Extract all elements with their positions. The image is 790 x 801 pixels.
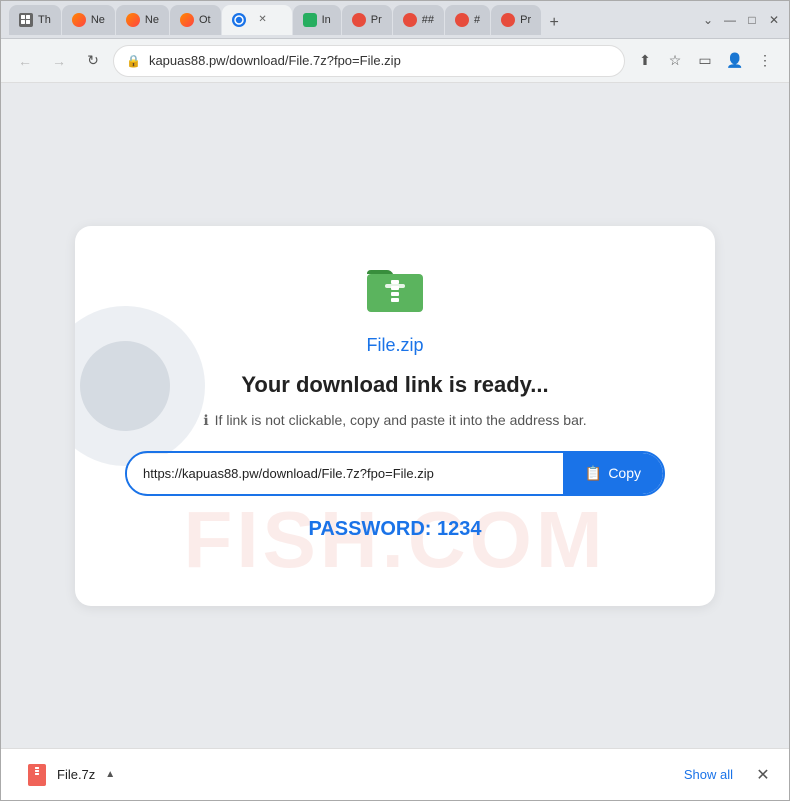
tab-2[interactable]: Ne <box>62 5 115 35</box>
password-display: PASSWORD: 1234 <box>308 518 481 541</box>
info-text-label: If link is not clickable, copy and paste… <box>215 412 587 428</box>
profile-button[interactable]: 👤 <box>721 47 749 75</box>
minimize-button[interactable]: — <box>723 13 737 27</box>
tab-1[interactable]: Th <box>9 5 61 35</box>
copy-button[interactable]: 📋 Copy <box>563 453 663 494</box>
download-file-icon <box>25 763 49 787</box>
tab-10[interactable]: Pr <box>491 5 541 35</box>
folder-zip-icon <box>363 256 427 320</box>
window-controls: ⌄ — □ ✕ <box>701 13 781 27</box>
address-bar[interactable]: 🔒 kapuas88.pw/download/File.7z?fpo=File.… <box>113 45 625 77</box>
url-row: https://kapuas88.pw/download/File.7z?fpo… <box>125 451 665 496</box>
toolbar-actions: ⬆ ☆ ▭ 👤 ⋮ <box>631 47 779 75</box>
show-all-button[interactable]: Show all <box>676 761 741 788</box>
decorative-avatar-inner <box>80 341 170 431</box>
tab-4[interactable]: Ot <box>170 5 221 35</box>
decorative-avatar <box>75 306 205 466</box>
copy-icon: 📋 <box>585 465 602 482</box>
sidebar-button[interactable]: ▭ <box>691 47 719 75</box>
download-title: Your download link is ready... <box>241 372 548 398</box>
download-bar-close-button[interactable]: ✕ <box>749 761 777 789</box>
page-content: FISH.COM <box>1 83 789 748</box>
close-button[interactable]: ✕ <box>767 13 781 27</box>
forward-button[interactable]: → <box>45 47 73 75</box>
tab-strip: Th Ne Ne Ot ✕ <box>9 5 693 35</box>
back-button[interactable]: ← <box>11 47 39 75</box>
tab-1-label: Th <box>38 14 51 26</box>
tab-6-label: In <box>322 14 331 26</box>
content-card: FISH.COM <box>75 226 715 606</box>
info-text: ℹ If link is not clickable, copy and pas… <box>203 412 586 429</box>
maximize-button[interactable]: □ <box>745 13 759 27</box>
tab-6[interactable]: In <box>293 5 341 35</box>
address-text: kapuas88.pw/download/File.7z?fpo=File.zi… <box>149 53 612 68</box>
file-icon-wrapper <box>363 256 427 325</box>
tab-3[interactable]: Ne <box>116 5 169 35</box>
share-button[interactable]: ⬆ <box>631 47 659 75</box>
tab-8-label: ## <box>422 14 434 26</box>
file-name: File.zip <box>366 335 423 356</box>
bookmark-button[interactable]: ☆ <box>661 47 689 75</box>
download-filename: File.7z <box>57 767 95 782</box>
tab-7[interactable]: Pr <box>342 5 392 35</box>
url-display: https://kapuas88.pw/download/File.7z?fpo… <box>127 454 563 493</box>
lock-icon: 🔒 <box>126 54 141 68</box>
toolbar: ← → ↻ 🔒 kapuas88.pw/download/File.7z?fpo… <box>1 39 789 83</box>
download-bar: File.7z ▲ Show all ✕ <box>1 748 789 800</box>
tab-10-label: Pr <box>520 14 531 26</box>
download-item[interactable]: File.7z ▲ <box>13 757 127 793</box>
tab-2-label: Ne <box>91 14 105 26</box>
browser-window: Th Ne Ne Ot ✕ <box>0 0 790 801</box>
chevron-down-button[interactable]: ⌄ <box>701 13 715 27</box>
tab-7-label: Pr <box>371 14 382 26</box>
tab-8[interactable]: ## <box>393 5 444 35</box>
tab-5-active[interactable]: ✕ <box>222 5 292 35</box>
new-tab-button[interactable]: + <box>542 11 566 35</box>
menu-button[interactable]: ⋮ <box>751 47 779 75</box>
info-icon: ℹ <box>203 412 208 429</box>
tab-4-label: Ot <box>199 14 211 26</box>
tab-5-close[interactable]: ✕ <box>256 13 270 27</box>
download-chevron-icon: ▲ <box>105 769 115 780</box>
tab-9-label: # <box>474 14 480 26</box>
tab-9[interactable]: # <box>445 5 490 35</box>
reload-button[interactable]: ↻ <box>79 47 107 75</box>
title-bar: Th Ne Ne Ot ✕ <box>1 1 789 39</box>
copy-button-label: Copy <box>608 465 641 481</box>
tab-3-label: Ne <box>145 14 159 26</box>
